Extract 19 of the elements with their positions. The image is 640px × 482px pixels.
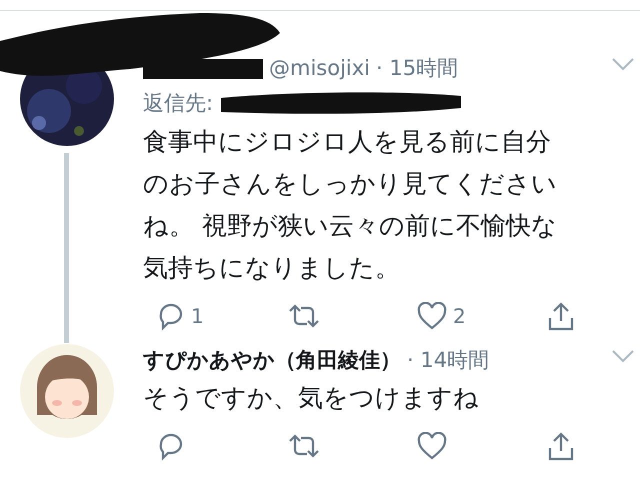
reply-to-label: 返信先:	[143, 90, 214, 117]
retweet-icon	[287, 432, 321, 460]
tweet-time: · 14時間	[407, 347, 490, 374]
heart-icon	[417, 302, 447, 330]
like-button[interactable]: 2	[403, 302, 533, 330]
author-name: すぴかあやか（角田綾佳）	[143, 347, 401, 374]
share-icon	[547, 431, 575, 461]
like-count: 2	[453, 304, 466, 328]
reply-count: 1	[191, 304, 204, 328]
tweet-text: 食事中にジロジロ人を見る前に自分 のお子さんをしっかり見てください ね。 視野が狭い云々の前に不愉快な 気持ちになりました。	[143, 126, 558, 284]
reply-icon	[157, 301, 185, 331]
heart-icon	[417, 432, 447, 460]
tweet-time: · 15時間	[376, 55, 458, 82]
author-handle: @misojixi	[269, 56, 370, 80]
share-icon	[547, 301, 575, 331]
reply-button[interactable]: 1	[143, 301, 273, 331]
retweet-icon	[287, 302, 321, 330]
tweet-text: そうですか、気をつけますね	[143, 382, 480, 414]
reply-icon	[157, 431, 185, 461]
